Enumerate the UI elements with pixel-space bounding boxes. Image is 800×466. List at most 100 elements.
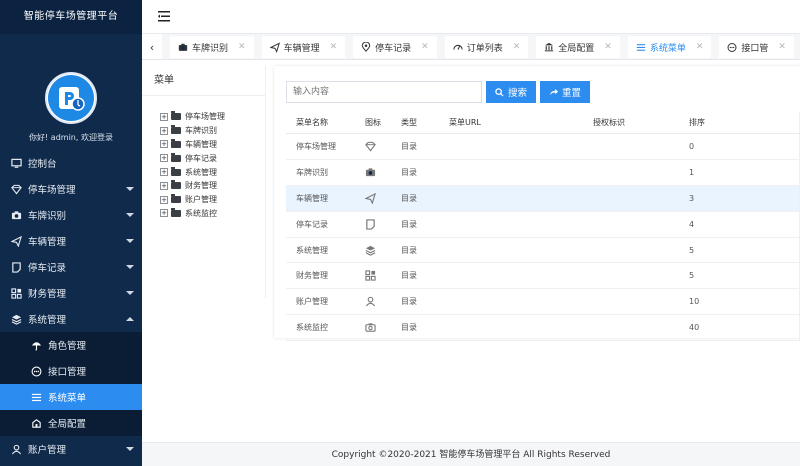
camera-icon — [178, 42, 188, 52]
folder-icon — [171, 152, 181, 162]
table-row[interactable]: 车牌识别 目录 1 — [286, 159, 800, 186]
sidebar-item-0[interactable]: 控制台 — [0, 150, 142, 176]
close-icon[interactable]: ✕ — [604, 42, 612, 52]
expand-plus-icon[interactable]: + — [160, 140, 168, 149]
table-row[interactable]: 车辆管理 目录 3 — [286, 185, 800, 212]
tab-label: 车辆管理 — [283, 43, 320, 54]
welcome-text: 你好! admin, 欢迎登录 — [29, 133, 113, 142]
sidebar-item-1[interactable]: 停车场管理 — [0, 176, 142, 202]
column-header: 图标 — [365, 118, 381, 127]
tab-0[interactable]: 车牌识别 ✕ — [170, 36, 254, 58]
expand-plus-icon[interactable]: + — [160, 112, 168, 121]
table-row[interactable]: 系统监控 目录 40 — [286, 315, 800, 342]
cell-name: 停车记录 — [296, 219, 328, 229]
expand-plus-icon[interactable]: + — [160, 126, 168, 135]
sidebar-item-after-0[interactable]: 账户管理 — [0, 436, 142, 462]
close-icon[interactable]: ✕ — [696, 42, 704, 52]
tab-4[interactable]: 全局配置 ✕ — [536, 36, 620, 58]
app-title: 智能停车场管理平台 — [0, 0, 142, 34]
tree-node[interactable]: + 车牌识别 — [160, 124, 265, 138]
sidebar-item-label: 停车场管理 — [28, 185, 76, 196]
sidebar-item-label: 车辆管理 — [28, 237, 67, 248]
tree-node[interactable]: + 停车场管理 — [160, 110, 265, 124]
sidebar-item-5[interactable]: 财务管理 — [0, 280, 142, 306]
cell-actions — [759, 185, 800, 211]
cell-sort: 40 — [689, 323, 700, 333]
search-button[interactable]: 搜索 — [486, 81, 537, 103]
menu-toggle-icon[interactable] — [158, 11, 170, 22]
finance-icon — [351, 270, 401, 282]
paper-plane-icon — [10, 235, 22, 247]
tree-node[interactable]: + 财务管理 — [160, 179, 265, 193]
submenu-item-3[interactable]: 全局配置 — [0, 410, 142, 436]
table-row[interactable]: 停车场管理 目录 0 — [286, 134, 800, 160]
tree-node[interactable]: + 账户管理 — [160, 193, 265, 207]
paper-plane-icon — [269, 41, 280, 53]
tab-scroll-left-icon[interactable]: ‹ — [142, 34, 162, 59]
caret-down-icon — [126, 265, 134, 269]
table-row[interactable]: 停车记录 目录 4 — [286, 211, 800, 238]
tab-2[interactable]: 停车记录 ✕ — [353, 36, 437, 58]
tab-3[interactable]: 订单列表 ✕ — [444, 36, 529, 58]
table-row[interactable]: 账户管理 目录 10 — [286, 289, 800, 316]
cell-sort: 0 — [689, 141, 695, 151]
search-input[interactable] — [286, 81, 482, 103]
cell-name: 系统监控 — [296, 323, 328, 333]
tree-node[interactable]: + 系统管理 — [160, 165, 265, 179]
sidebar-item-3[interactable]: 车辆管理 — [0, 228, 142, 254]
note-icon — [10, 261, 22, 273]
menu-tree-panel: 菜单 + 停车场管理 + 车牌识别 + 车辆管理 + 停车记录 + 系统管理 + 财务管理 + 账户管理 +… — [142, 66, 266, 298]
submenu-item-2[interactable]: 系统菜单 — [0, 384, 142, 410]
location-icon — [361, 42, 371, 52]
folder-icon — [171, 194, 181, 204]
tree-node-label: 系统监控 — [185, 208, 217, 218]
search-row: 搜索 重置 — [286, 81, 591, 103]
table-row[interactable]: 系统管理 目录 5 — [286, 237, 800, 264]
close-icon[interactable]: ✕ — [330, 42, 338, 52]
caret-down-icon — [126, 291, 134, 295]
tab-5[interactable]: 系统菜单 ✕ — [627, 36, 712, 58]
expand-plus-icon[interactable]: + — [160, 195, 168, 204]
sidebar-item-4[interactable]: 停车记录 — [0, 254, 142, 280]
cell-actions — [759, 315, 800, 341]
table-row[interactable]: 财务管理 目录 5 — [286, 263, 800, 290]
expand-plus-icon[interactable]: + — [160, 154, 168, 163]
system-submenu: 角色管理 接口管理系统菜单全局配置 — [0, 332, 142, 436]
folder-icon — [171, 207, 181, 217]
close-icon[interactable]: ✕ — [778, 42, 786, 52]
submenu-item-label: 系统菜单 — [48, 393, 87, 404]
close-icon[interactable]: ✕ — [513, 42, 521, 52]
cell-name: 停车场管理 — [296, 141, 336, 151]
avatar[interactable] — [45, 72, 97, 124]
close-icon[interactable]: ✕ — [421, 42, 429, 52]
expand-plus-icon[interactable]: + — [160, 168, 168, 177]
column-header: 授权标识 — [593, 118, 625, 127]
cell-name: 账户管理 — [296, 297, 328, 307]
sidebar-item-label: 控制台 — [28, 159, 57, 170]
tab-1[interactable]: 车辆管理 ✕ — [261, 36, 346, 58]
tree-node[interactable]: + 车辆管理 — [160, 138, 265, 152]
user-icon — [351, 296, 401, 307]
expand-plus-icon[interactable]: + — [160, 181, 168, 190]
tab-label: 车牌识别 — [192, 43, 229, 54]
tree-node[interactable]: + 停车记录 — [160, 151, 265, 165]
menu-table-panel: 搜索 重置 菜单名称图标类型菜单URL授权标识排序 停车场管理目录0车牌识别目录… — [274, 66, 800, 342]
reset-button-label: 重置 — [562, 88, 582, 99]
caret-down-icon — [126, 213, 134, 217]
reset-button[interactable]: 重置 — [540, 81, 591, 103]
cell-actions — [759, 159, 800, 185]
sidebar-item-2[interactable]: 车牌识别 — [0, 202, 142, 228]
sidebar-item-6[interactable]: 系统管理 — [0, 306, 142, 332]
cell-type: 目录 — [401, 245, 417, 255]
list-icon — [30, 391, 42, 403]
tab-6[interactable]: 接口管 ✕ — [719, 36, 794, 58]
submenu-item-1[interactable]: 接口管理 — [0, 358, 142, 384]
close-icon[interactable]: ✕ — [238, 42, 246, 52]
sidebar-item-after-1[interactable]: 系统监控 — [0, 462, 142, 466]
config-icon — [30, 417, 42, 429]
tree-node[interactable]: + 系统监控 — [160, 207, 265, 221]
submenu-item-0[interactable]: 角色管理 — [0, 332, 142, 358]
expand-plus-icon[interactable]: + — [160, 209, 168, 218]
column-header: 菜单名称 — [296, 118, 328, 127]
diamond-icon — [351, 141, 401, 152]
